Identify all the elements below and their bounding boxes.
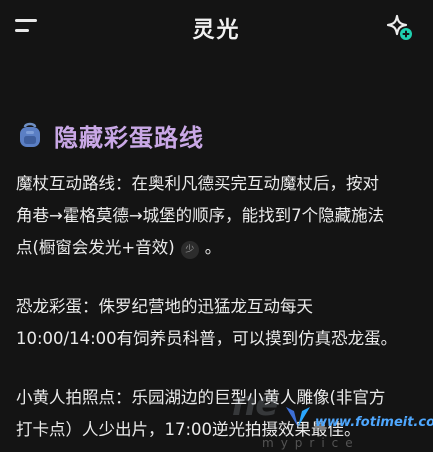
- text-line: 魔杖互动路线：在奥利凡德买完互动魔杖后，按对: [16, 174, 379, 193]
- answer-content: 隐藏彩蛋路线 魔杖互动路线：在奥利凡德买完互动魔杖后，按对 角巷→霍格莫德→城堡…: [16, 112, 420, 446]
- app-title: 灵光: [192, 18, 241, 43]
- sparkle-plus-icon[interactable]: [384, 12, 414, 42]
- watermark-url: www.fotimeit.com: [315, 415, 433, 430]
- watermark-subtext: myprice: [262, 436, 360, 450]
- paragraph-wand-route: 魔杖互动路线：在奥利凡德买完互动魔杖后，按对 角巷→霍格莫德→城堡的顺序，能找到…: [16, 168, 420, 264]
- text-line: 点(橱窗会发光+音效): [16, 238, 175, 257]
- backpack-icon: [20, 122, 40, 147]
- paragraph-dinosaur: 恐龙彩蛋：侏罗纪营地的迅猛龙互动每天 10:00/14:00有饲养员科普，可以摸…: [16, 291, 420, 355]
- text-line: 10:00/14:00有饲养员科普，可以摸到仿真恐龙蛋。: [16, 329, 398, 348]
- citation-badge[interactable]: 少: [180, 241, 199, 259]
- text-line: 恐龙彩蛋：侏罗纪营地的迅猛龙互动每天: [16, 297, 313, 316]
- watermark-logo-icon: [286, 407, 310, 427]
- watermark-text: ne: [232, 384, 278, 424]
- text-line: 。: [204, 238, 222, 257]
- top-bar: 灵光: [0, 0, 433, 56]
- section-title: 隐藏彩蛋路线: [54, 123, 204, 152]
- text-line: 角巷→霍格莫德→城堡的顺序，能找到7个隐藏施法: [16, 206, 385, 225]
- text-line: 小黄人拍照点：乐园湖边的巨型小黄人雕像(非官方: [16, 388, 386, 407]
- section-header: 隐藏彩蛋路线: [16, 112, 420, 158]
